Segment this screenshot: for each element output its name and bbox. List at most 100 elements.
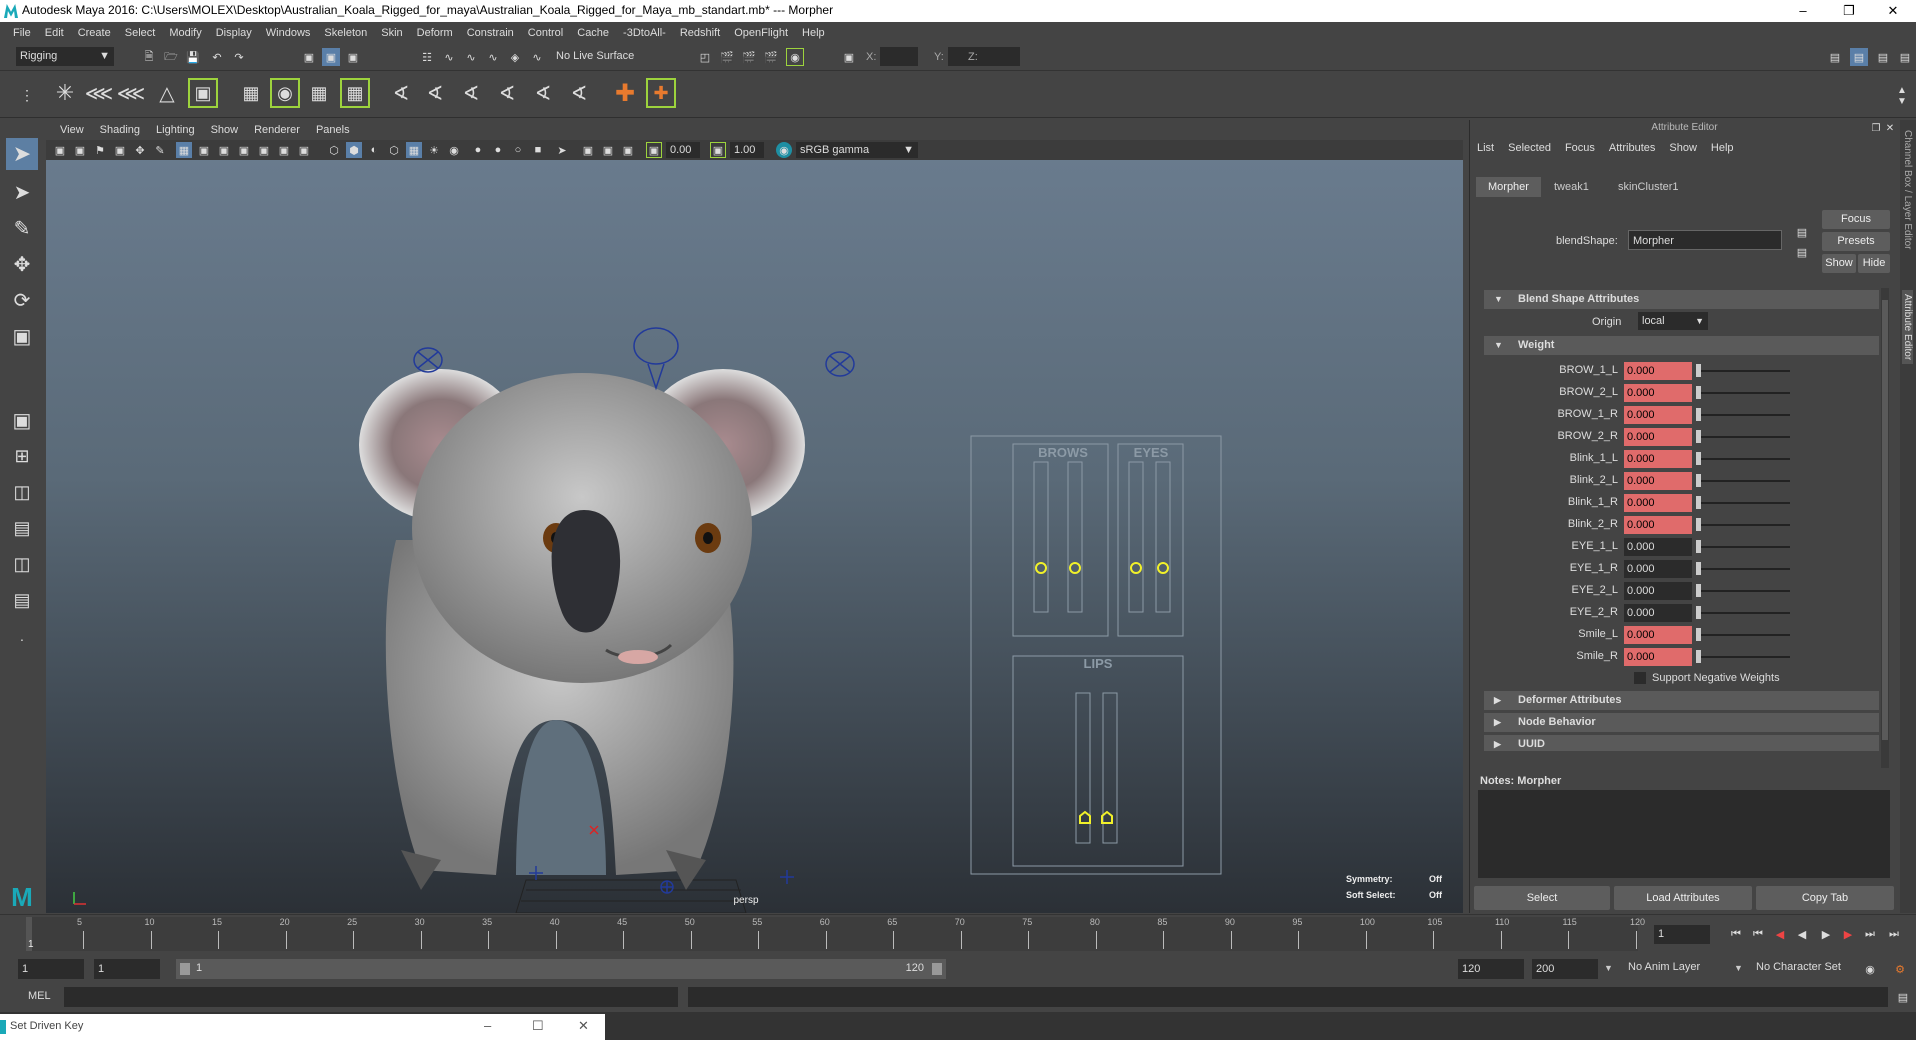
- go-input-icon[interactable]: ▤: [1794, 224, 1810, 240]
- vp-menu-view[interactable]: View: [52, 124, 92, 136]
- weight-slider-handle[interactable]: [1696, 496, 1701, 509]
- weight-slider-track[interactable]: [1696, 590, 1790, 592]
- weight-value-field[interactable]: 0.000: [1624, 384, 1692, 402]
- safe-title-icon[interactable]: ▣: [296, 142, 312, 158]
- play-backward-icon[interactable]: ◀: [1794, 925, 1810, 943]
- four-view-layout-icon[interactable]: ⊞: [6, 440, 38, 472]
- attribute-editor-toggle-icon[interactable]: ▤: [1850, 48, 1868, 66]
- chevron-down-icon[interactable]: ▼: [1604, 963, 1613, 973]
- x-field[interactable]: [880, 47, 918, 66]
- snap-curve-icon[interactable]: ∿: [440, 48, 458, 66]
- image-plane-icon[interactable]: ▣: [112, 142, 128, 158]
- menu-windows[interactable]: Windows: [259, 27, 318, 39]
- transform-mode-icon[interactable]: ▣: [840, 48, 858, 66]
- snap-grid-icon[interactable]: ☷: [418, 48, 436, 66]
- ipr-render-icon[interactable]: 🎬: [740, 48, 758, 66]
- weight-slider-track[interactable]: [1696, 502, 1790, 504]
- blendshape-name-field[interactable]: Morpher: [1628, 230, 1782, 250]
- snap-point-icon[interactable]: ∿: [462, 48, 480, 66]
- tab-morpher[interactable]: Morpher: [1476, 177, 1541, 197]
- weight-slider-track[interactable]: [1696, 612, 1790, 614]
- graph-editor-layout-icon[interactable]: ▤: [6, 584, 38, 616]
- weight-slider-handle[interactable]: [1696, 606, 1701, 619]
- range-bar[interactable]: 1 120: [176, 959, 946, 979]
- section-blend-shape-attributes[interactable]: ▼ Blend Shape Attributes: [1484, 290, 1879, 309]
- menu-create[interactable]: Create: [71, 27, 118, 39]
- side-tab-channel-box[interactable]: Channel Box / Layer Editor: [1902, 130, 1913, 250]
- origin-dropdown[interactable]: local ▼: [1638, 312, 1708, 330]
- menu-3dtoall[interactable]: -3DtoAll-: [616, 27, 673, 39]
- section-deformer-attributes[interactable]: ▶ Deformer Attributes: [1484, 691, 1879, 710]
- safe-action-icon[interactable]: ▣: [276, 142, 292, 158]
- sidebar-toggle-icon[interactable]: ▤: [1826, 48, 1844, 66]
- playback-start-field[interactable]: 1: [94, 959, 160, 979]
- current-frame-field[interactable]: 1: [1654, 925, 1710, 944]
- command-language-label[interactable]: MEL: [28, 990, 51, 1002]
- render-settings-icon[interactable]: ◰: [696, 48, 714, 66]
- koala-model[interactable]: [359, 369, 805, 890]
- tab-tweak1[interactable]: tweak1: [1542, 177, 1601, 197]
- weight-slider-track[interactable]: [1696, 480, 1790, 482]
- set-driven-key-icon[interactable]: ✚: [646, 78, 676, 108]
- y-field[interactable]: [948, 47, 986, 66]
- menu-openflight[interactable]: OpenFlight: [727, 27, 795, 39]
- anim-end-field[interactable]: 200: [1532, 959, 1598, 979]
- live-surface-field[interactable]: No Live Surface: [552, 47, 652, 66]
- menu-constrain[interactable]: Constrain: [460, 27, 521, 39]
- negative-weights-checkbox[interactable]: [1634, 672, 1646, 684]
- weight-slider-track[interactable]: [1696, 458, 1790, 460]
- new-scene-icon[interactable]: 🗎: [140, 48, 158, 66]
- menu-modify[interactable]: Modify: [162, 27, 208, 39]
- ae-scrollbar[interactable]: [1881, 288, 1889, 768]
- point-constraint-icon[interactable]: ∢: [420, 78, 450, 108]
- vp-menu-shading[interactable]: Shading: [92, 124, 148, 136]
- locator-icon[interactable]: ✚: [610, 78, 640, 108]
- minimize-button[interactable]: –: [1780, 0, 1826, 22]
- character-set-dropdown[interactable]: No Character Set: [1756, 961, 1841, 973]
- gate-mask-icon[interactable]: ▣: [236, 142, 252, 158]
- side-tab-attribute-editor[interactable]: Attribute Editor: [1902, 290, 1913, 365]
- weight-slider-handle[interactable]: [1696, 562, 1701, 575]
- xray-components-icon[interactable]: ▣: [620, 142, 636, 158]
- persp-outliner-layout-icon[interactable]: ◫: [6, 476, 38, 508]
- weight-value-field[interactable]: 0.000: [1624, 626, 1692, 644]
- menu-edit[interactable]: Edit: [38, 27, 71, 39]
- ae-menu-show[interactable]: Show: [1662, 142, 1704, 154]
- ae-menu-selected[interactable]: Selected: [1501, 142, 1558, 154]
- create-joint-icon[interactable]: ✳: [50, 78, 80, 108]
- select-component-icon[interactable]: ▣: [344, 48, 362, 66]
- menu-file[interactable]: File: [6, 27, 38, 39]
- viewport-panel[interactable]: View Shading Lighting Show Renderer Pane…: [46, 120, 1463, 913]
- step-forward-frame-icon[interactable]: ▶: [1840, 925, 1856, 943]
- camera-icon[interactable]: ▣: [52, 142, 68, 158]
- sdk-maximize-button[interactable]: ☐: [532, 1018, 544, 1034]
- snap-view-icon[interactable]: ∿: [484, 48, 502, 66]
- scale-constraint-icon[interactable]: ∢: [492, 78, 522, 108]
- motion-blur-icon[interactable]: ●: [490, 142, 506, 158]
- focus-button[interactable]: Focus: [1822, 210, 1890, 229]
- shelf-scroll-icon[interactable]: ▲ ▼: [1894, 78, 1910, 114]
- show-button[interactable]: Show: [1822, 254, 1856, 273]
- maximize-button[interactable]: ❐: [1826, 0, 1872, 22]
- shelf-menu-icon[interactable]: ⋮: [20, 76, 34, 114]
- aim-constraint-icon[interactable]: ∢: [528, 78, 558, 108]
- smooth-shade-icon[interactable]: ⬢: [346, 142, 362, 158]
- snap-surface-icon[interactable]: ◈: [506, 48, 524, 66]
- color-management-icon[interactable]: ◉: [776, 142, 792, 158]
- menu-select[interactable]: Select: [118, 27, 163, 39]
- section-uuid[interactable]: ▶ UUID: [1484, 735, 1879, 751]
- range-end-handle[interactable]: [932, 963, 942, 975]
- select-hierarchy-icon[interactable]: ▣: [300, 48, 318, 66]
- weight-slider-track[interactable]: [1696, 370, 1790, 372]
- menu-deform[interactable]: Deform: [410, 27, 460, 39]
- anim-layer-dropdown[interactable]: No Anim Layer: [1628, 961, 1700, 973]
- persp-graph-layout-icon[interactable]: ▤: [6, 512, 38, 544]
- paint-select-icon[interactable]: ✎: [6, 212, 38, 244]
- lattice-icon[interactable]: ▦: [236, 78, 266, 108]
- move-tool-icon[interactable]: ✥: [6, 248, 38, 280]
- playback-end-field[interactable]: 120: [1458, 959, 1524, 979]
- xray-icon[interactable]: ▣: [580, 142, 596, 158]
- section-weight[interactable]: ▼ Weight: [1484, 336, 1879, 355]
- rotate-tool-icon[interactable]: ⟳: [6, 284, 38, 316]
- depth-of-field-icon[interactable]: ■: [530, 142, 546, 158]
